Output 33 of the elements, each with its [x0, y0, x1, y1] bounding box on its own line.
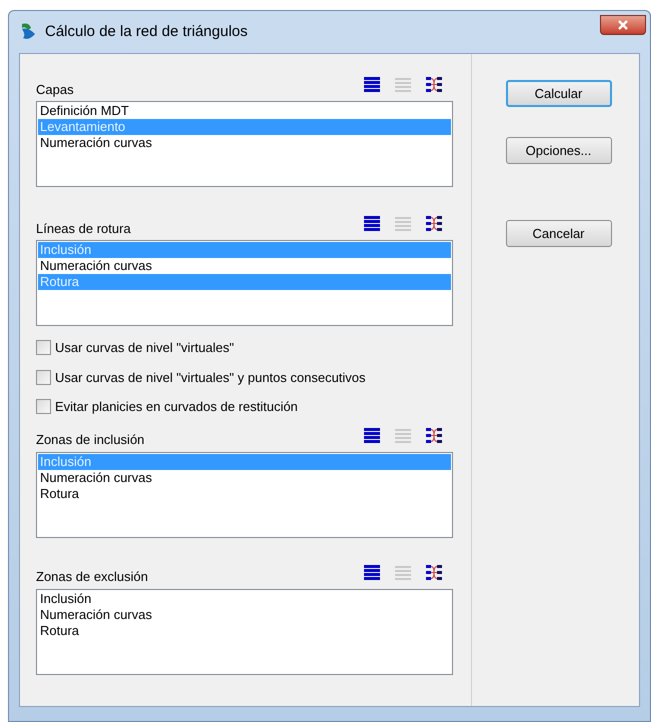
dialog-button[interactable]: Opciones... — [506, 137, 612, 164]
list-label: Líneas de rotura — [36, 220, 131, 238]
invert-selection-icon[interactable] — [425, 76, 443, 94]
list-item[interactable]: Definición MDT — [38, 103, 451, 119]
app-logo-icon — [19, 22, 37, 42]
select-all-icon[interactable] — [363, 426, 381, 444]
list-item[interactable]: Numeración curvas — [38, 135, 451, 151]
list-label: Zonas de exclusión — [36, 568, 148, 586]
list-item[interactable]: Numeración curvas — [38, 258, 451, 274]
dialog-button[interactable]: Calcular — [506, 80, 612, 107]
checkbox-label: Usar curvas de nivel "virtuales" — [55, 339, 234, 357]
list-label: Capas — [36, 80, 74, 99]
invert-selection-icon[interactable] — [425, 215, 443, 233]
select-all-icon[interactable] — [363, 76, 381, 94]
list-label: Zonas de inclusión — [36, 431, 144, 449]
list-item[interactable]: Inclusión — [38, 590, 451, 606]
dialog-button[interactable]: Cancelar — [506, 220, 612, 247]
checkbox[interactable] — [36, 399, 51, 414]
window-title: Cálculo de la red de triángulos — [45, 22, 248, 42]
checkbox[interactable] — [36, 370, 51, 385]
close-icon — [617, 20, 629, 30]
checkbox-label: Usar curvas de nivel "virtuales" y puntos consecutivos — [55, 368, 366, 387]
list-item[interactable]: Numeración curvas — [38, 470, 451, 486]
checkbox-label: Evitar planicies en curvados de restitución — [55, 398, 298, 416]
invert-selection-icon[interactable] — [425, 564, 443, 582]
select-all-icon[interactable] — [363, 215, 381, 233]
invert-selection-icon[interactable] — [425, 426, 443, 444]
select-all-icon[interactable] — [363, 564, 381, 582]
checkbox[interactable] — [36, 340, 51, 356]
list-item[interactable]: Numeración curvas — [38, 606, 451, 622]
close-button[interactable] — [600, 15, 646, 35]
list-item[interactable]: Rotura — [38, 486, 451, 502]
list-item[interactable]: Rotura — [38, 622, 451, 638]
